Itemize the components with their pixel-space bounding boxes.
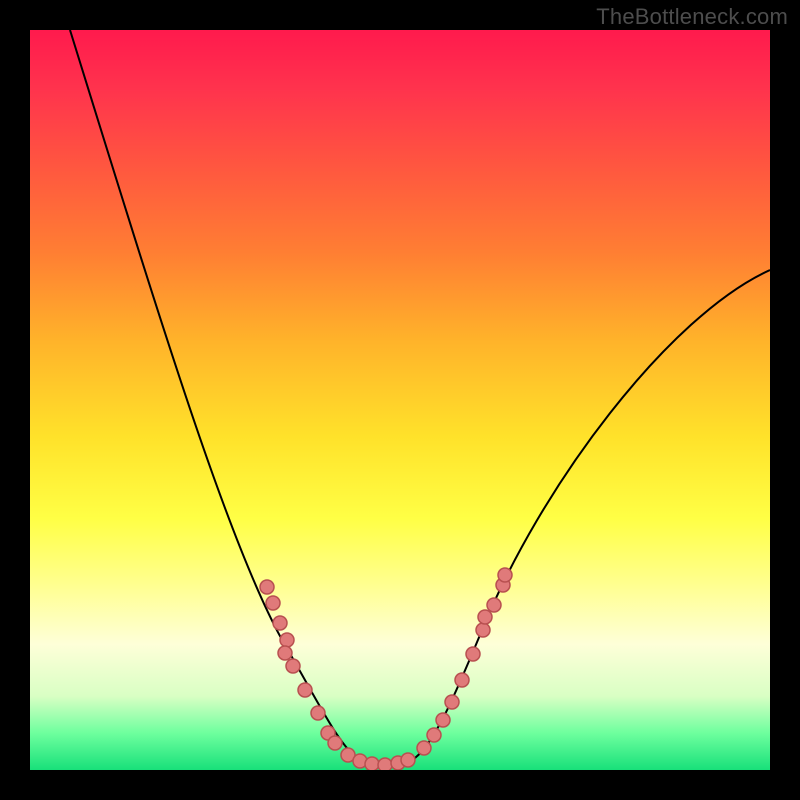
data-point [498,568,512,582]
data-point [436,713,450,727]
data-point [401,753,415,767]
data-point [260,580,274,594]
data-point [487,598,501,612]
data-point [478,610,492,624]
data-point [266,596,280,610]
data-point [286,659,300,673]
data-point [455,673,469,687]
data-point [273,616,287,630]
data-point [278,646,292,660]
data-point [445,695,459,709]
data-point [427,728,441,742]
chart-frame: TheBottleneck.com [0,0,800,800]
data-point [466,647,480,661]
dots-bottom-group [341,748,415,770]
data-point [298,683,312,697]
data-point [365,757,379,770]
bottleneck-curve [70,30,770,767]
data-point [280,633,294,647]
data-point [417,741,431,755]
data-point [378,758,392,770]
curve-svg [30,30,770,770]
data-point [328,736,342,750]
plot-area [30,30,770,770]
watermark-text: TheBottleneck.com [596,4,788,30]
data-point [476,623,490,637]
data-point [311,706,325,720]
